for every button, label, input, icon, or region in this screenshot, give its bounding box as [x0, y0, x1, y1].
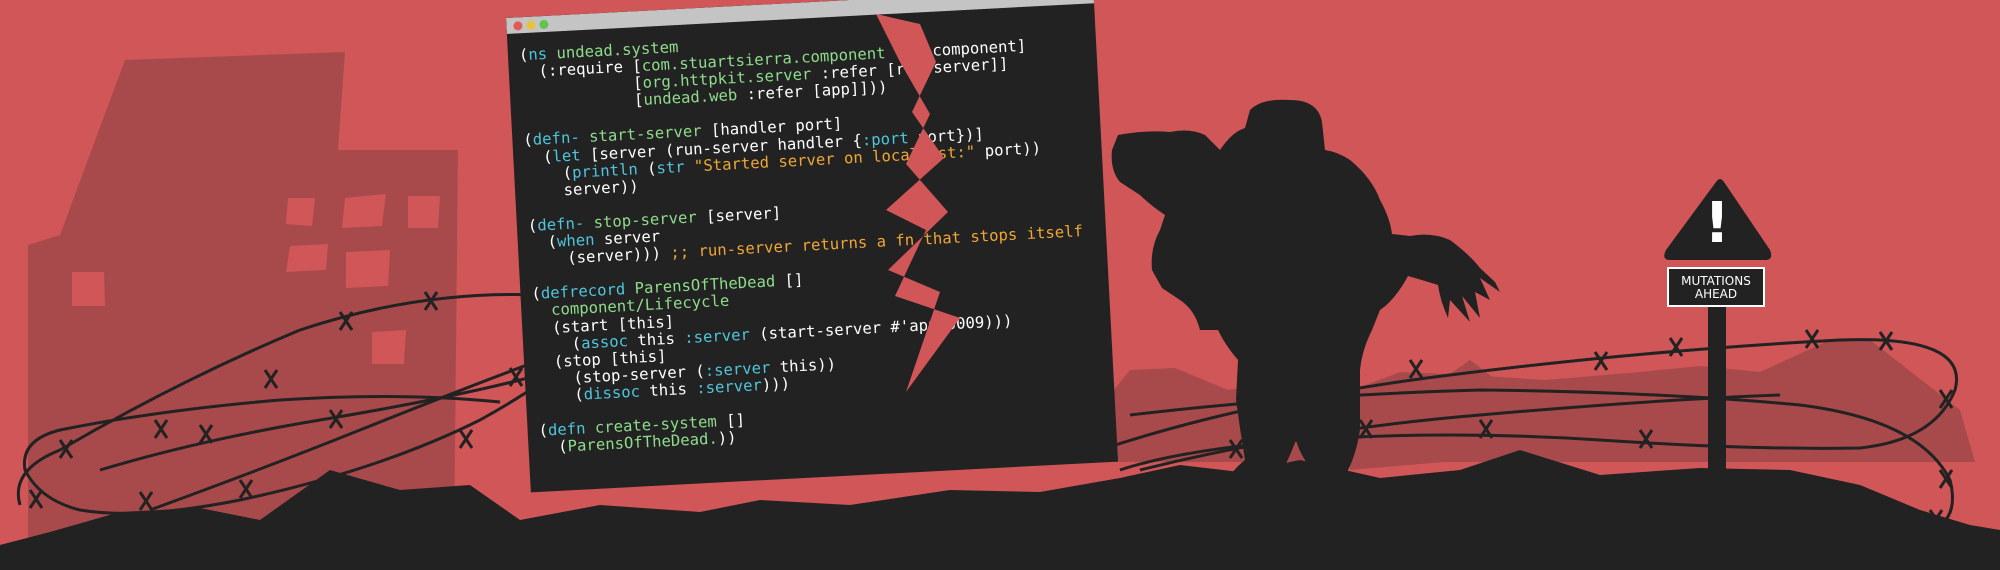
sign-line-2: AHEAD: [1694, 287, 1738, 301]
warning-sign-plate: MUTATIONS AHEAD: [1667, 267, 1765, 307]
exclamation-icon: !: [1704, 191, 1730, 256]
